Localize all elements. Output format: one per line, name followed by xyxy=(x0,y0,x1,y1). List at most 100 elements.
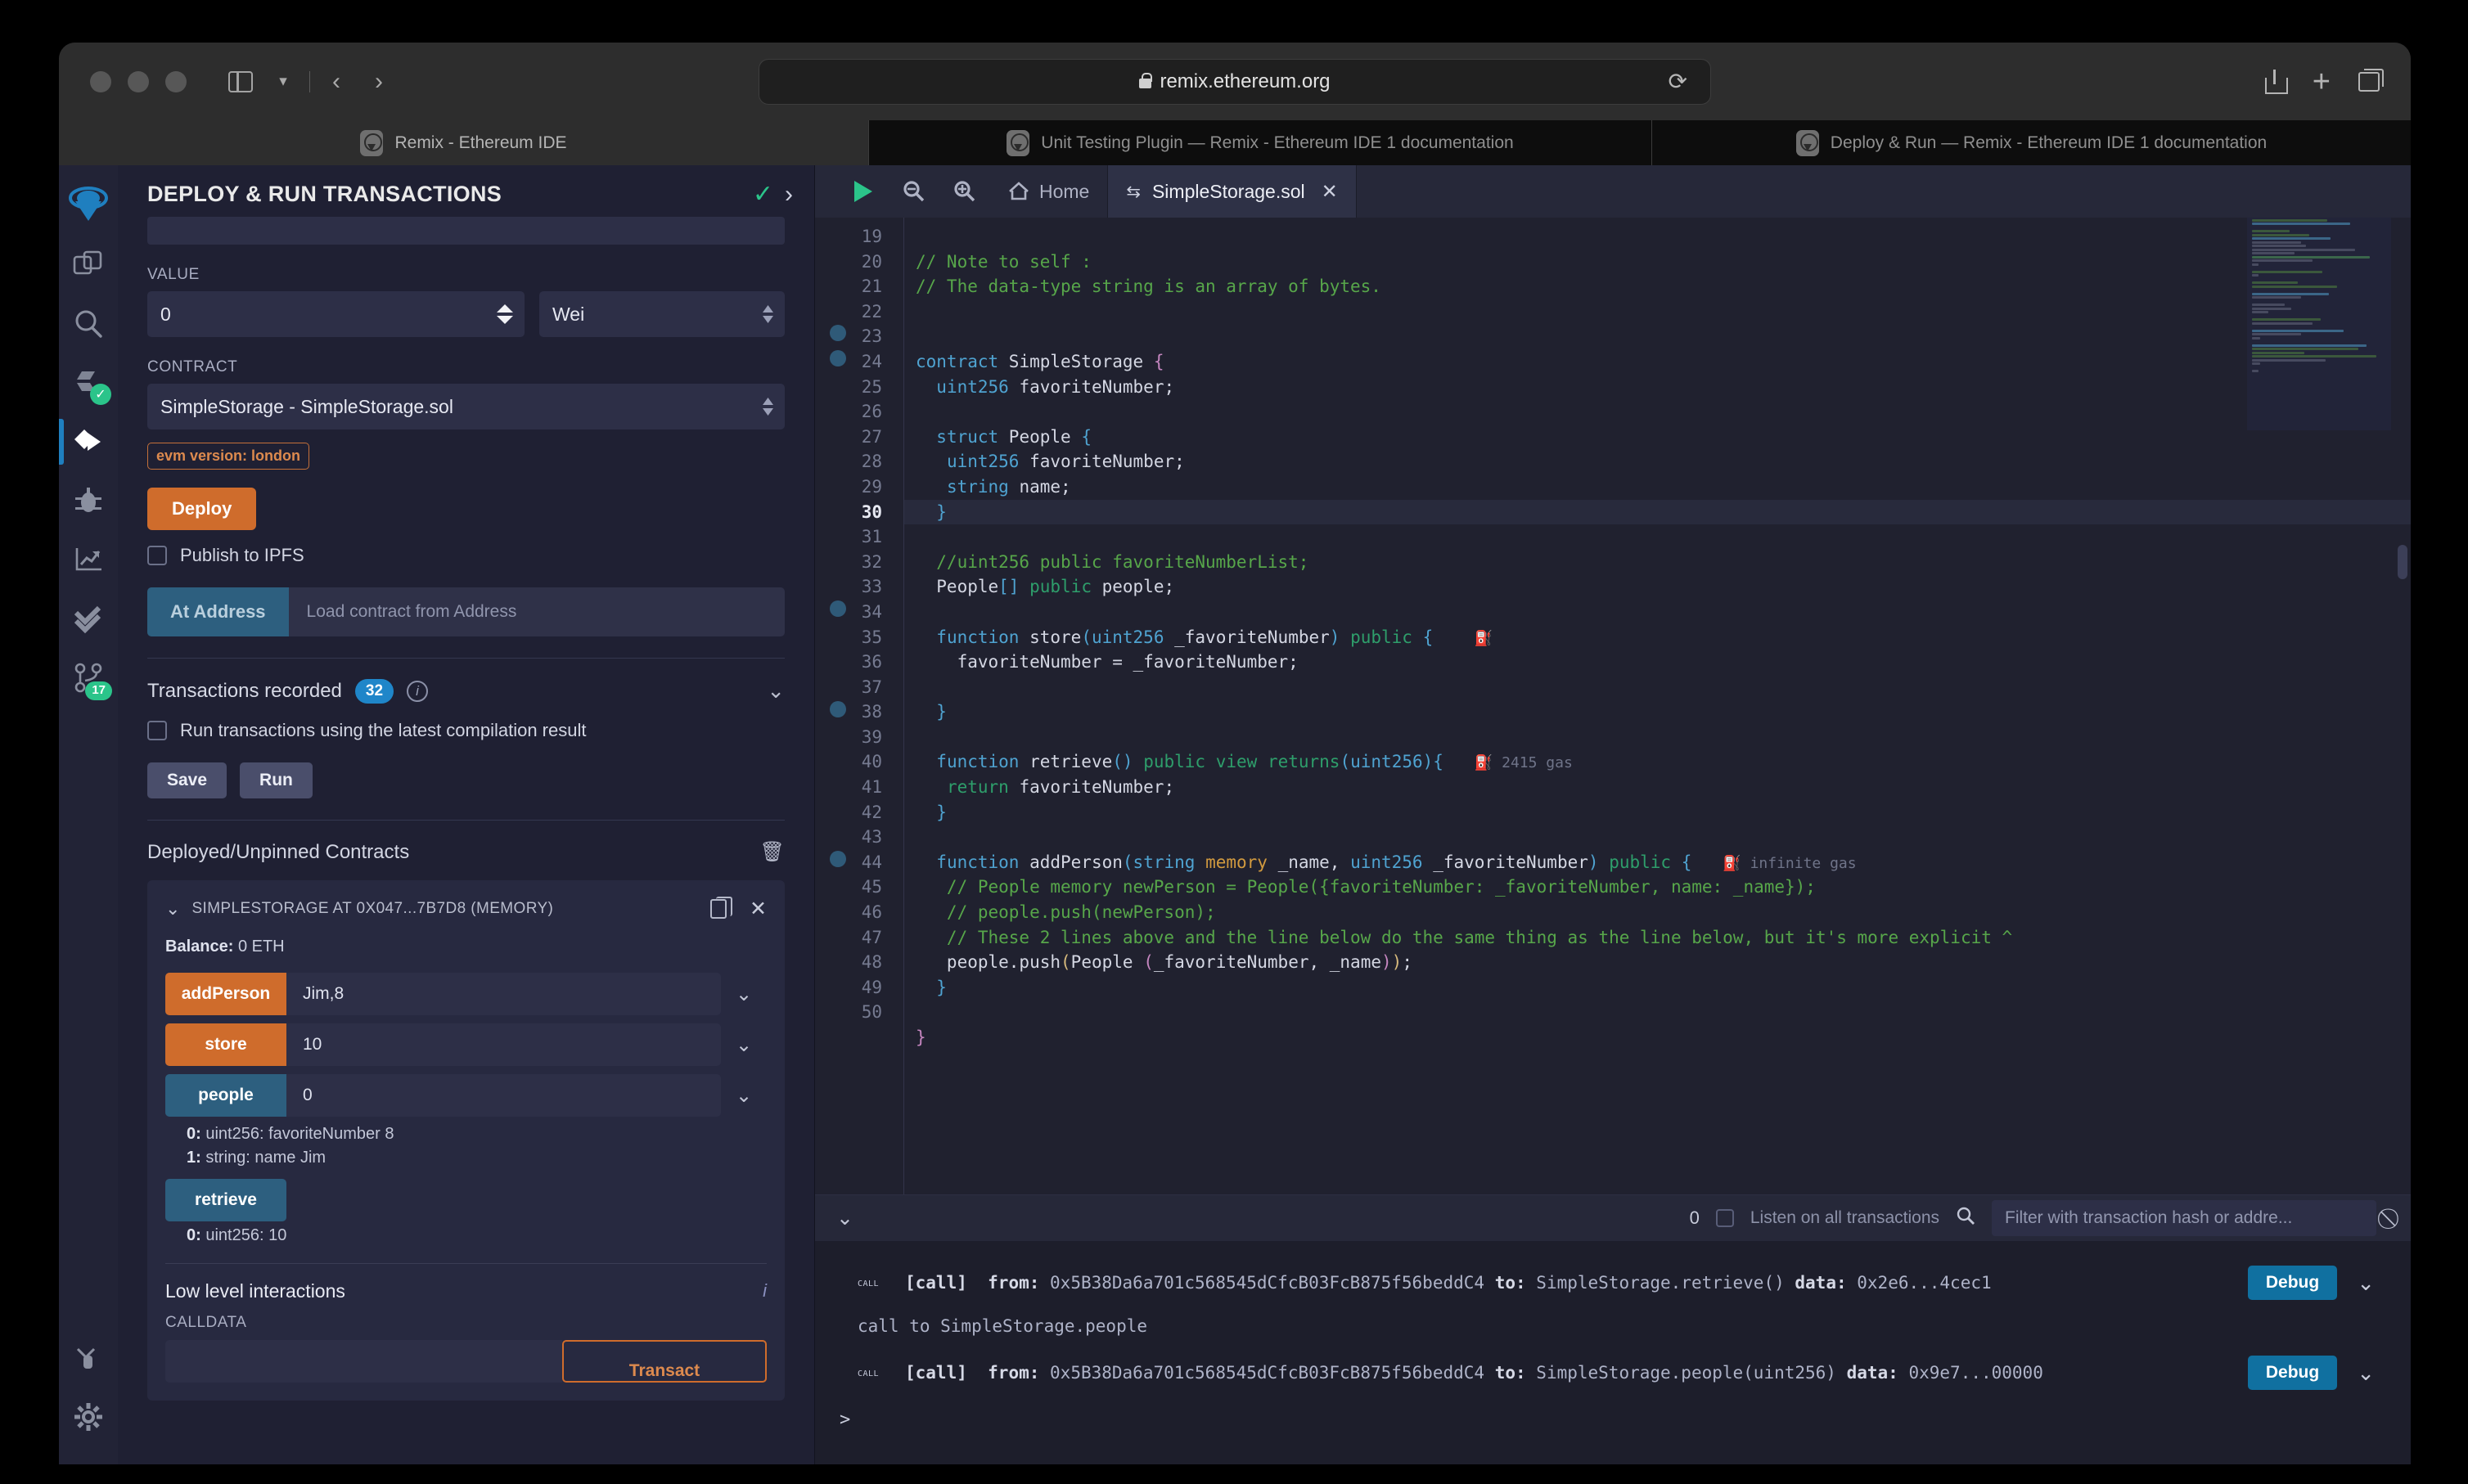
line-number: 30 xyxy=(815,500,903,525)
file-explorer-icon[interactable] xyxy=(59,236,118,295)
line-number: 46 xyxy=(815,900,903,925)
chevron-down-icon[interactable]: ⌄ xyxy=(721,973,767,1015)
value-input[interactable]: 0 xyxy=(147,291,525,337)
git-icon[interactable]: 17 xyxy=(59,648,118,707)
transact-button[interactable]: Transact xyxy=(562,1340,767,1383)
minimize-window-button[interactable] xyxy=(128,71,149,92)
terminal-log[interactable]: call [call] from: 0x5B38Da6a701c568545dC… xyxy=(815,1241,2411,1464)
transaction-filter-input[interactable]: Filter with transaction hash or addre... xyxy=(1992,1200,2376,1236)
chevron-down-icon[interactable]: ⌄ xyxy=(767,678,785,704)
analysis-icon[interactable] xyxy=(59,530,118,589)
store-input[interactable]: 10 xyxy=(286,1023,721,1066)
code-minimap[interactable] xyxy=(2247,218,2391,430)
plus-icon[interactable]: + xyxy=(2313,66,2331,97)
browser-tab-unit-testing[interactable]: Unit Testing Plugin — Remix - Ethereum I… xyxy=(869,120,1651,165)
gas-limit-field-clipped[interactable] xyxy=(147,217,785,245)
contract-select-text: SimpleStorage - SimpleStorage.sol xyxy=(160,396,453,418)
breakpoint-marker[interactable] xyxy=(830,701,846,717)
run-latest-compilation-row[interactable]: Run transactions using the latest compil… xyxy=(147,720,785,741)
address-bar[interactable]: remix.ethereum.org ⟳ xyxy=(759,59,1711,105)
publish-ipfs-row[interactable]: Publish to IPFS xyxy=(147,545,785,566)
plugin-manager-icon[interactable] xyxy=(59,1329,118,1387)
solidity-compiler-icon[interactable]: ✓ xyxy=(59,353,118,412)
breakpoint-marker[interactable] xyxy=(830,600,846,617)
code-lines[interactable]: // Note to self : // The data-type strin… xyxy=(903,218,2411,1194)
chevron-down-icon[interactable]: ⌄ xyxy=(721,1074,767,1117)
check-icon[interactable]: ✓ xyxy=(753,180,773,209)
maximize-window-button[interactable] xyxy=(165,71,187,92)
terminal-entry[interactable]: call [call] from: 0x5B38Da6a701c568545dC… xyxy=(815,1344,2411,1401)
breakpoint-marker[interactable] xyxy=(830,325,846,341)
page-title: DEPLOY & RUN TRANSACTIONS xyxy=(147,182,741,207)
share-icon[interactable] xyxy=(2265,70,2285,94)
browser-tab-label: Remix - Ethereum IDE xyxy=(394,133,566,153)
search-icon[interactable] xyxy=(59,295,118,353)
chevron-right-icon[interactable]: › xyxy=(785,181,793,209)
debugger-icon[interactable] xyxy=(59,471,118,530)
calldata-input[interactable] xyxy=(165,1340,562,1383)
play-icon[interactable] xyxy=(838,165,889,218)
panel-divider xyxy=(147,658,785,659)
trash-icon[interactable]: 🗑 xyxy=(760,840,785,864)
file-tab-simplestorage[interactable]: ⇆ SimpleStorage.sol ✕ xyxy=(1107,165,1356,218)
tab-overview-icon[interactable] xyxy=(2358,72,2380,92)
close-icon[interactable]: ✕ xyxy=(1322,180,1338,204)
debug-button[interactable]: Debug xyxy=(2248,1356,2337,1390)
unit-testing-icon[interactable] xyxy=(59,589,118,648)
chevron-down-icon[interactable]: ⌄ xyxy=(2357,1270,2375,1296)
info-icon[interactable]: i xyxy=(763,1280,767,1302)
terminal-prompt[interactable]: > xyxy=(815,1401,2411,1430)
code-line: } xyxy=(904,1025,2411,1050)
chevron-down-icon[interactable]: ▾ xyxy=(262,62,304,101)
browser-tab-deploy-run[interactable]: Deploy & Run — Remix - Ethereum IDE 1 do… xyxy=(1652,120,2411,165)
zoom-in-icon[interactable] xyxy=(939,165,990,218)
terminal-entry[interactable]: call [call] from: 0x5B38Da6a701c568545dC… xyxy=(815,1254,2411,1311)
code-editor[interactable]: 19 20 21 22 23 24 25 26 27 28 29 30 31 3… xyxy=(815,218,2411,1194)
window-traffic-lights[interactable] xyxy=(90,71,187,92)
panel-divider xyxy=(147,820,785,821)
home-tab[interactable]: Home xyxy=(990,181,1107,203)
contract-card-header[interactable]: ⌄ SIMPLESTORAGE AT 0X047...7B7D8 (MEMORY… xyxy=(165,897,767,921)
value-row: 0 Wei xyxy=(147,291,785,337)
chevron-down-icon[interactable]: ⌄ xyxy=(2357,1360,2375,1386)
deploy-button[interactable]: Deploy xyxy=(147,488,256,530)
listen-all-transactions-checkbox[interactable] xyxy=(1716,1209,1734,1227)
copy-icon[interactable] xyxy=(710,899,727,919)
search-icon[interactable] xyxy=(1956,1206,1975,1230)
sidebar-toggle-icon[interactable] xyxy=(219,62,262,101)
close-icon[interactable]: ✕ xyxy=(750,897,767,921)
contract-select[interactable]: SimpleStorage - SimpleStorage.sol xyxy=(147,384,785,429)
run-latest-compilation-checkbox[interactable] xyxy=(147,721,167,740)
at-address-button[interactable]: At Address xyxy=(147,587,289,636)
deploy-run-icon[interactable] xyxy=(59,412,118,471)
info-icon[interactable]: i xyxy=(407,681,428,702)
breakpoint-marker[interactable] xyxy=(830,350,846,367)
editor-scrollbar-thumb[interactable] xyxy=(2398,545,2407,579)
close-window-button[interactable] xyxy=(90,71,111,92)
zoom-out-icon[interactable] xyxy=(889,165,939,218)
chevron-down-icon[interactable]: ⌄ xyxy=(721,1023,767,1066)
addperson-input[interactable]: Jim,8 xyxy=(286,973,721,1015)
browser-tab-remix[interactable]: Remix - Ethereum IDE xyxy=(59,120,868,165)
reload-icon[interactable]: ⟳ xyxy=(1669,68,1687,95)
code-line: contract SimpleStorage { xyxy=(904,349,2411,375)
chevron-down-icon[interactable]: ⌄ xyxy=(165,898,180,920)
value-stepper[interactable] xyxy=(497,304,513,326)
breakpoint-marker[interactable] xyxy=(830,851,846,867)
publish-ipfs-checkbox[interactable] xyxy=(147,546,167,565)
people-button[interactable]: people xyxy=(165,1074,286,1117)
addperson-button[interactable]: addPerson xyxy=(165,973,286,1015)
people-input[interactable]: 0 xyxy=(286,1074,721,1117)
retrieve-button[interactable]: retrieve xyxy=(165,1179,286,1221)
forward-button[interactable]: › xyxy=(358,62,400,101)
at-address-input[interactable]: Load contract from Address xyxy=(289,587,785,636)
chevron-double-down-icon[interactable]: ⌄ xyxy=(836,1206,853,1230)
back-button[interactable]: ‹ xyxy=(315,62,358,101)
settings-gear-icon[interactable] xyxy=(59,1387,118,1446)
debug-button[interactable]: Debug xyxy=(2248,1266,2337,1300)
run-button[interactable]: Run xyxy=(240,762,313,798)
store-button[interactable]: store xyxy=(165,1023,286,1066)
save-button[interactable]: Save xyxy=(147,762,227,798)
remix-home-icon[interactable] xyxy=(59,177,118,236)
value-unit-select[interactable]: Wei xyxy=(539,291,785,337)
